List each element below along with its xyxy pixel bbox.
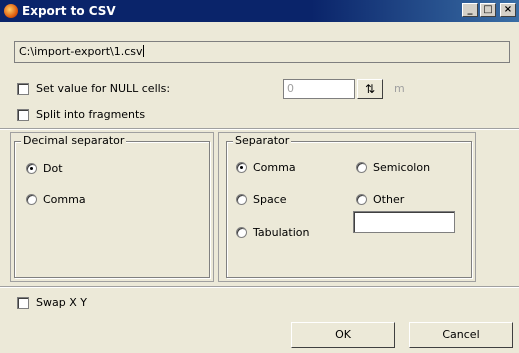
app-icon [4,4,18,18]
minimize-button[interactable]: _ [462,3,478,17]
export-csv-dialog: Export to CSV _ □ × C:\import-export\1.c… [0,0,519,353]
title-bar[interactable]: Export to CSV _ □ × [0,0,519,22]
decimal-separator-title: Decimal separator [21,134,127,147]
null-cells-label: Set value for NULL cells: [36,82,171,95]
separator-space-label: Space [253,193,287,206]
swap-xy-checkbox[interactable] [17,297,29,309]
decimal-dot-radio[interactable] [26,163,37,174]
separator-other-label: Other [373,193,405,206]
separator-comma-radio[interactable] [236,162,247,173]
maximize-button[interactable]: □ [480,3,496,17]
decimal-comma-label: Comma [43,193,86,206]
file-path-field[interactable]: C:\import-export\1.csv [14,41,510,63]
decimal-comma-radio[interactable] [26,194,37,205]
decimal-dot-label: Dot [43,162,63,175]
separator-tabulation-label: Tabulation [253,226,310,239]
separator-semicolon-label: Semicolon [373,161,431,174]
cancel-button[interactable]: Cancel [409,322,513,348]
split-fragments-checkbox[interactable] [17,109,29,121]
divider-top [0,128,519,130]
null-cells-checkbox[interactable] [17,83,29,95]
swap-xy-label: Swap X Y [36,296,87,309]
null-value-unit: m [394,82,405,95]
separator-tabulation-radio[interactable] [236,227,247,238]
file-path-text: C:\import-export\1.csv [19,45,143,58]
null-value-input[interactable]: 0 [283,79,355,99]
text-caret [142,45,144,57]
separator-other-input[interactable] [353,211,455,233]
window-title: Export to CSV [22,4,116,18]
separator-semicolon-radio[interactable] [356,162,367,173]
close-button[interactable]: × [500,3,516,17]
ok-button[interactable]: OK [291,322,395,348]
separator-comma-label: Comma [253,161,296,174]
separator-title: Separator [233,134,292,147]
split-fragments-label: Split into fragments [36,108,146,121]
separator-other-radio[interactable] [356,194,367,205]
separator-space-radio[interactable] [236,194,247,205]
divider-bottom [0,286,519,288]
null-value-spin-button[interactable]: ⇅ [357,79,383,99]
